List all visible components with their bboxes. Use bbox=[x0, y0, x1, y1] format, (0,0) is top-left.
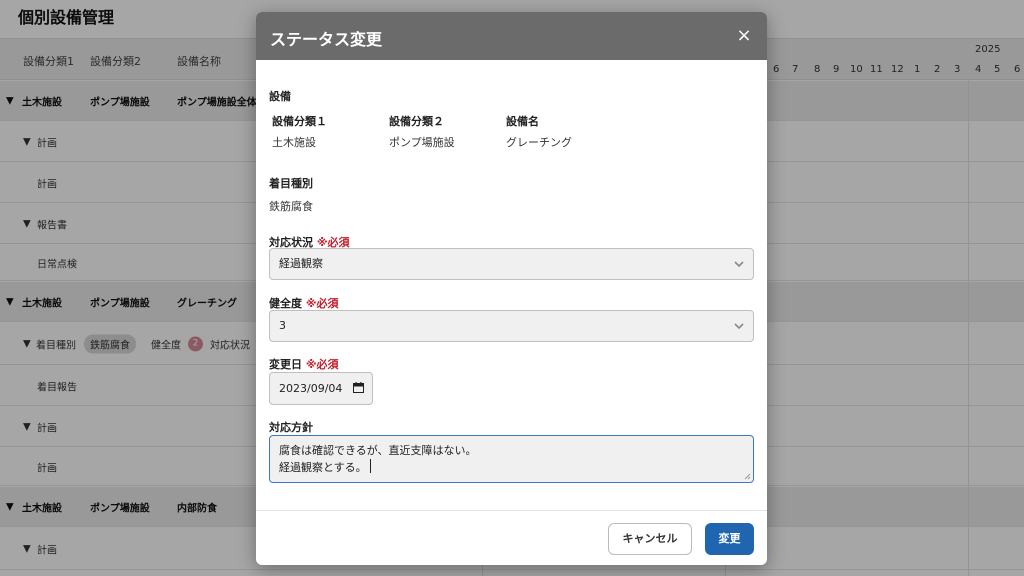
equipment-section-label: 設備 bbox=[269, 90, 291, 103]
status-change-dialog: ステータス変更 × 設備 設備分類１ 設備分類２ 設備名 土木施設 ポンプ場施設… bbox=[256, 12, 767, 565]
category1-label: 設備分類１ bbox=[272, 115, 327, 128]
equipment-name-label: 設備名 bbox=[506, 115, 539, 128]
category2-value: ポンプ場施設 bbox=[389, 136, 455, 149]
status-select-value: 経過観察 bbox=[279, 257, 323, 270]
health-field-label: 健全度 ※必須 bbox=[269, 295, 339, 311]
text-cursor bbox=[369, 459, 371, 473]
required-mark: ※必須 bbox=[305, 297, 339, 310]
change-date-value: 2023/09/04 bbox=[279, 382, 343, 395]
dialog-title: ステータス変更 bbox=[270, 30, 383, 49]
health-select[interactable]: 3 bbox=[269, 310, 754, 342]
dialog-header: ステータス変更 × bbox=[256, 12, 767, 60]
policy-text-line: 腐食は確認できるが、直近支障はない。 bbox=[279, 444, 477, 457]
policy-textarea[interactable]: 腐食は確認できるが、直近支障はない。 経過観察とする。 bbox=[269, 435, 754, 483]
category1-value: 土木施設 bbox=[272, 136, 316, 149]
date-field-label: 変更日 ※必須 bbox=[269, 356, 339, 372]
health-label-text: 健全度 bbox=[269, 297, 302, 310]
equipment-name-value: グレーチング bbox=[506, 136, 572, 149]
date-label-text: 変更日 bbox=[269, 358, 302, 371]
dialog-footer-divider bbox=[256, 510, 767, 511]
close-icon: × bbox=[736, 25, 752, 46]
required-mark: ※必須 bbox=[305, 358, 339, 371]
health-select-value: 3 bbox=[279, 319, 286, 332]
chevron-down-icon bbox=[734, 323, 744, 330]
policy-text-line: 経過観察とする。 bbox=[279, 461, 367, 474]
resize-handle-icon[interactable] bbox=[743, 472, 751, 480]
cancel-button[interactable]: キャンセル bbox=[608, 523, 692, 555]
status-select[interactable]: 経過観察 bbox=[269, 248, 754, 280]
change-date-input[interactable]: 2023/09/04 bbox=[269, 372, 373, 405]
focus-type-value: 鉄筋腐食 bbox=[269, 200, 313, 213]
submit-change-button[interactable]: 変更 bbox=[705, 523, 754, 555]
policy-field-label: 対応方針 bbox=[269, 421, 313, 434]
calendar-icon[interactable] bbox=[353, 382, 364, 393]
focus-type-label: 着目種別 bbox=[269, 177, 313, 190]
close-button[interactable]: × bbox=[733, 25, 755, 47]
category2-label: 設備分類２ bbox=[389, 115, 444, 128]
chevron-down-icon bbox=[734, 261, 744, 268]
